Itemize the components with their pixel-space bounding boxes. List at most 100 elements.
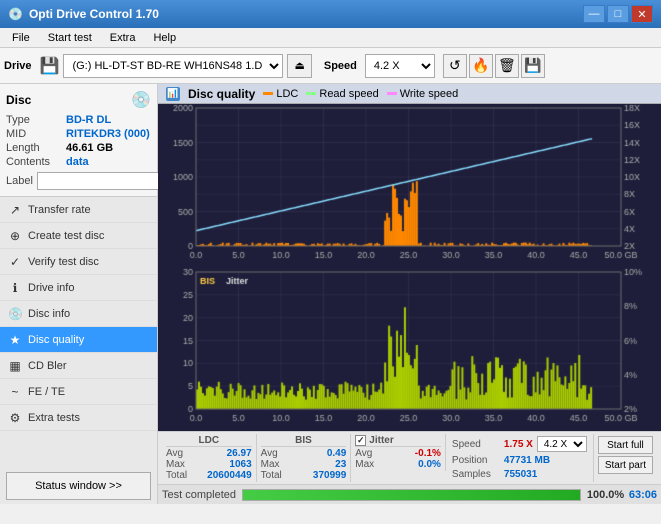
read-legend-dot (306, 92, 316, 95)
sidebar-item-cd-bler[interactable]: ▦ CD Bler (0, 353, 157, 379)
ldc-legend: LDC (263, 88, 298, 100)
maximize-button[interactable]: □ (607, 5, 629, 23)
extra-tests-icon: ⚙ (8, 411, 22, 425)
write-speed-legend: Write speed (387, 88, 459, 100)
bottom-chart-canvas (158, 268, 661, 431)
label-key: Label (6, 175, 33, 187)
contents-key: Contents (6, 156, 66, 168)
chart-icon: 📊 (166, 87, 180, 101)
bis-total-val: 370999 (313, 470, 346, 481)
chart-title: Disc quality (188, 87, 255, 101)
fe-te-icon: ~ (8, 385, 22, 399)
close-button[interactable]: ✕ (631, 5, 653, 23)
type-key: Type (6, 114, 66, 126)
action-buttons: Start full Start part (594, 434, 657, 476)
verify-test-disc-label: Verify test disc (28, 256, 99, 268)
erase-button[interactable]: 🗑 (495, 54, 519, 78)
jitter-max-val: 0.0% (418, 459, 441, 470)
read-speed-legend: Read speed (306, 88, 378, 100)
ldc-total-label: Total (166, 470, 187, 481)
progress-percent: 100.0% (587, 489, 623, 501)
ldc-max-val: 1063 (229, 459, 251, 470)
create-test-disc-icon: ⊕ (8, 229, 22, 243)
minimize-button[interactable]: — (583, 5, 605, 23)
speed-label-text: Speed (452, 439, 500, 450)
menu-file[interactable]: File (4, 30, 38, 46)
ldc-legend-dot (263, 92, 273, 95)
jitter-avg-val: -0.1% (415, 448, 441, 459)
speed-select[interactable]: 4.2 X (365, 54, 435, 78)
ldc-stats-col: LDC Avg 26.97 Max 1063 Total 20600449 (162, 434, 257, 482)
progress-fill (243, 490, 580, 500)
cd-bler-label: CD Bler (28, 360, 67, 372)
drive-info-label: Drive info (28, 282, 74, 294)
sidebar-item-extra-tests[interactable]: ⚙ Extra tests (0, 405, 157, 431)
menu-extra[interactable]: Extra (102, 30, 144, 46)
disc-info-icon: 💿 (8, 307, 22, 321)
sidebar: Disc 💿 Type BD-R DL MID RITEKDR3 (000) L… (0, 84, 158, 504)
read-legend-label: Read speed (319, 88, 378, 100)
burn-button[interactable]: 🔥 (469, 54, 493, 78)
jitter-header-label: Jitter (369, 435, 393, 446)
sidebar-item-drive-info[interactable]: ℹ Drive info (0, 275, 157, 301)
bis-total-label: Total (261, 470, 282, 481)
titlebar: 💿 Opti Drive Control 1.70 — □ ✕ (0, 0, 661, 28)
sidebar-item-disc-quality[interactable]: ★ Disc quality (0, 327, 157, 353)
sidebar-item-transfer-rate[interactable]: ↗ Transfer rate (0, 197, 157, 223)
samples-label: Samples (452, 469, 500, 480)
top-chart-canvas (158, 104, 661, 268)
start-full-button[interactable]: Start full (598, 436, 653, 454)
verify-test-disc-icon: ✓ (8, 255, 22, 269)
transfer-rate-label: Transfer rate (28, 204, 91, 216)
drive-select[interactable]: (G:) HL-DT-ST BD-RE WH16NS48 1.D3 (63, 54, 283, 78)
chart-header: 📊 Disc quality LDC Read speed Write spee… (158, 84, 661, 104)
drive-icon: 💾 (40, 56, 60, 76)
position-value: 47731 MB (504, 455, 550, 466)
sidebar-item-fe-te[interactable]: ~ FE / TE (0, 379, 157, 405)
progress-label: Test completed (162, 489, 236, 501)
ldc-max-label: Max (166, 459, 185, 470)
menu-start-test[interactable]: Start test (40, 30, 100, 46)
ldc-stats-header: LDC (166, 435, 252, 447)
progress-time: 63:06 (629, 489, 657, 501)
sidebar-item-verify-test-disc[interactable]: ✓ Verify test disc (0, 249, 157, 275)
right-panel: 📊 Disc quality LDC Read speed Write spee… (158, 84, 661, 504)
window-title: 💿 Opti Drive Control 1.70 (8, 7, 159, 21)
speed-label: Speed (324, 60, 357, 72)
refresh-button[interactable]: ↺ (443, 54, 467, 78)
create-test-disc-label: Create test disc (28, 230, 104, 242)
eject-button[interactable]: ⏏ (287, 54, 311, 78)
speed-dropdown[interactable]: 4.2 X (537, 436, 587, 452)
start-part-button[interactable]: Start part (598, 456, 653, 474)
bis-max-val: 23 (335, 459, 346, 470)
sidebar-item-disc-info[interactable]: 💿 Disc info (0, 301, 157, 327)
save-button[interactable]: 💾 (521, 54, 545, 78)
mid-val: RITEKDR3 (000) (66, 128, 150, 140)
progress-track (242, 489, 581, 501)
position-label: Position (452, 455, 500, 466)
window-controls: — □ ✕ (583, 5, 653, 23)
menu-help[interactable]: Help (145, 30, 184, 46)
status-window-button[interactable]: Status window >> (6, 472, 151, 500)
menubar: File Start test Extra Help (0, 28, 661, 48)
type-val: BD-R DL (66, 114, 111, 126)
disc-header-label: Disc (6, 93, 31, 107)
samples-value: 755031 (504, 469, 537, 480)
app-icon: 💿 (8, 7, 23, 21)
bis-stats-col: BIS Avg 0.49 Max 23 Total 370999 (257, 434, 352, 482)
jitter-checkbox[interactable]: ✓ (355, 435, 366, 446)
sidebar-item-create-test-disc[interactable]: ⊕ Create test disc (0, 223, 157, 249)
bis-max-label: Max (261, 459, 280, 470)
ldc-total-val: 20600449 (207, 470, 252, 481)
ldc-avg-val: 26.97 (227, 448, 252, 459)
stats-bar: LDC Avg 26.97 Max 1063 Total 20600449 BI… (158, 431, 661, 484)
bis-avg-label: Avg (261, 448, 278, 459)
bis-stats-header: BIS (261, 435, 347, 447)
toolbar-icons: ↺ 🔥 🗑 💾 (443, 54, 545, 78)
transfer-rate-icon: ↗ (8, 203, 22, 217)
write-legend-label: Write speed (400, 88, 459, 100)
bottom-chart (158, 268, 661, 431)
length-val: 46.61 GB (66, 142, 113, 154)
length-key: Length (6, 142, 66, 154)
mid-key: MID (6, 128, 66, 140)
